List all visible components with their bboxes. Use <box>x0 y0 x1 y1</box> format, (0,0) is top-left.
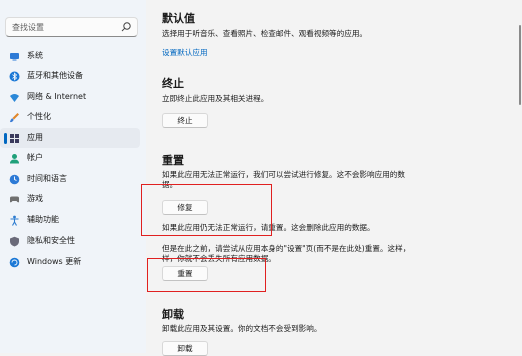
gamepad-icon <box>10 196 19 203</box>
set-default-apps-link[interactable]: 设置默认应用 <box>162 47 208 58</box>
app-settings-panel: 默认值 选择用于听音乐、查看照片、检查邮件、观看视频等的应用。 设置默认应用 终… <box>146 0 522 356</box>
default-description: 选择用于听音乐、查看照片、检查邮件、观看视频等的应用。 <box>162 29 368 38</box>
uninstall-description: 卸载此应用及其设置。你的文档不会受到影响。 <box>162 324 322 333</box>
terminate-description: 立即终止此应用及其相关进程。 <box>162 94 269 103</box>
sidebar-item-label: 帐户 <box>27 153 43 162</box>
search-input[interactable]: 查找设置 <box>12 22 44 33</box>
sidebar-item-windows-update[interactable]: Windows 更新 <box>0 252 140 272</box>
windows-update-icon <box>9 257 20 268</box>
sidebar-item-gaming[interactable]: 游戏 <box>0 189 140 209</box>
sidebar-item-label: 个性化 <box>27 112 51 121</box>
sidebar-item-label: 隐私和安全性 <box>27 236 75 245</box>
section-title-reset: 重置 <box>162 154 184 167</box>
uninstall-button[interactable]: 卸载 <box>162 341 208 356</box>
bluetooth-icon <box>9 71 20 82</box>
account-icon <box>10 154 19 164</box>
sidebar-item-label: 应用 <box>27 133 43 142</box>
brush-icon <box>10 113 19 123</box>
network-icon <box>10 94 19 102</box>
sidebar-item-time-language[interactable]: 时间和语言 <box>0 169 140 189</box>
search-box[interactable]: 查找设置 <box>5 17 138 37</box>
sidebar-item-label: 蓝牙和其他设备 <box>27 71 83 80</box>
sidebar-item-apps[interactable]: 应用 <box>0 128 140 148</box>
section-title-uninstall: 卸载 <box>162 308 184 321</box>
terminate-button[interactable]: 终止 <box>162 113 208 128</box>
repair-description-line-1: 如果此应用无法正常运行，我们可以尝试进行修复。这不会影响应用的数 <box>162 170 405 179</box>
reset-note-line-1: 但是在此之前，请尝试从应用本身的"设置"页(而不是在此处)重置。这样， <box>162 244 411 253</box>
globe-clock-icon <box>9 174 20 185</box>
apps-icon <box>10 134 19 143</box>
sidebar-item-system[interactable]: 系统 <box>0 46 140 66</box>
sidebar-item-accessibility[interactable]: 辅助功能 <box>0 210 140 230</box>
selected-indicator <box>4 133 7 144</box>
sidebar-item-privacy[interactable]: 隐私和安全性 <box>0 231 140 251</box>
sidebar-item-bluetooth[interactable]: 蓝牙和其他设备 <box>0 66 140 86</box>
sidebar-item-label: Windows 更新 <box>27 257 82 266</box>
sidebar-item-label: 辅助功能 <box>27 215 59 224</box>
sidebar-item-accounts[interactable]: 帐户 <box>0 148 140 168</box>
highlight-box-reset <box>147 258 266 292</box>
section-title-terminate: 终止 <box>162 77 184 90</box>
system-icon <box>10 53 19 61</box>
search-icon[interactable] <box>120 21 132 33</box>
sidebar-item-label: 网络 & Internet <box>27 92 87 101</box>
sidebar-item-personalization[interactable]: 个性化 <box>0 107 140 127</box>
sidebar-item-label: 时间和语言 <box>27 174 67 183</box>
scrollbar[interactable] <box>519 25 521 105</box>
sidebar-item-label: 系统 <box>27 51 43 60</box>
highlight-box-repair <box>141 184 272 236</box>
sidebar-item-network[interactable]: 网络 & Internet <box>0 87 140 107</box>
sidebar-item-label: 游戏 <box>27 194 43 203</box>
sidebar: 查找设置 系统 蓝牙和其他设备 网络 & Internet 个性化 应用 帐户 … <box>0 0 146 353</box>
accessibility-icon <box>10 215 19 226</box>
section-title-default: 默认值 <box>162 12 195 25</box>
shield-icon <box>10 236 19 247</box>
